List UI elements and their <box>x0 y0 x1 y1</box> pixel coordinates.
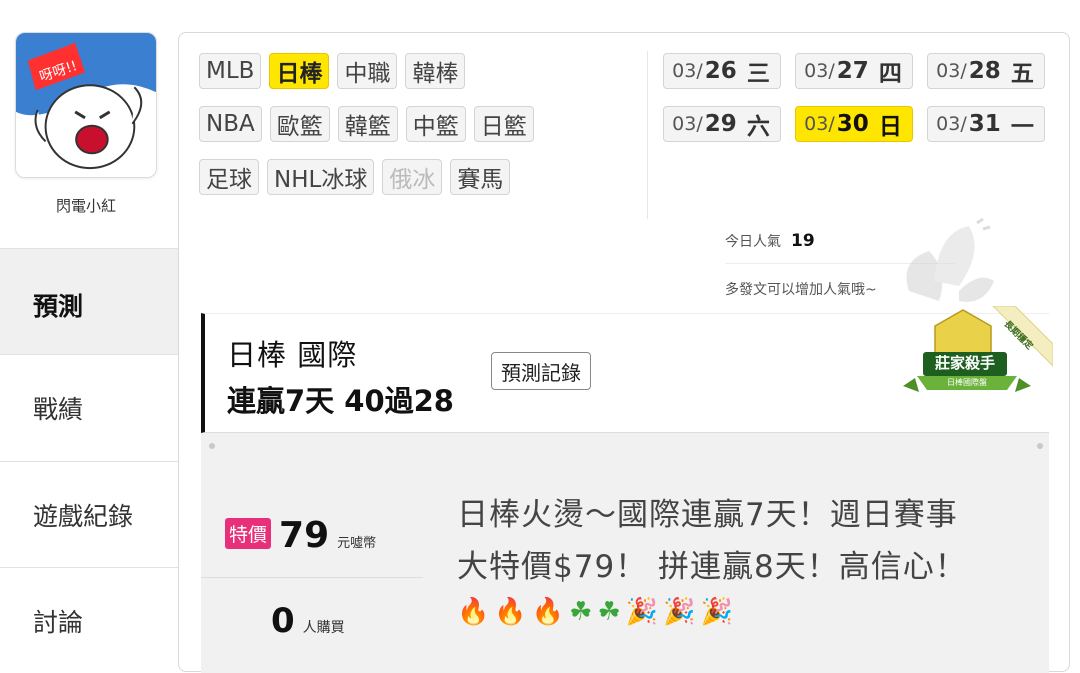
date-prefix: 03/ <box>804 60 835 82</box>
league-tag-euroleague[interactable]: 歐籃 <box>269 106 330 142</box>
date-button[interactable]: 03/28 五 <box>927 53 1045 89</box>
divider <box>201 577 423 578</box>
corner-dot <box>209 443 215 449</box>
price-value: 79 <box>279 515 330 556</box>
buyers-value: 0 <box>271 601 295 641</box>
date-button[interactable]: 03/27 四 <box>795 53 913 89</box>
league-tag-mlb[interactable]: MLB <box>199 53 262 89</box>
date-day: 28 <box>968 58 1001 84</box>
date-button[interactable]: 03/26 三 <box>663 53 781 89</box>
popularity-hint: 多發文可以增加人氣哦~ <box>725 282 877 298</box>
league-tag-khl: 俄冰 <box>382 159 443 195</box>
date-weekday: 三 <box>746 61 770 87</box>
emoji-row: 🔥 🔥 🔥 ☘ ☘ 🎉 🎉 🎉 <box>457 597 1027 627</box>
nav-item-record[interactable]: 戰績 <box>0 354 180 461</box>
corner-dot <box>1037 443 1043 449</box>
date-prefix: 03/ <box>936 60 967 82</box>
league-tag-bleague[interactable]: 日籃 <box>473 106 534 142</box>
offer-text-line: 大特價$79！ 拼連贏8天！高信心！ <box>457 549 967 585</box>
date-button-selected[interactable]: 03/30 日 <box>795 106 913 142</box>
popularity-label: 今日人氣 <box>725 234 781 250</box>
profile-sidebar: 呀呀!! 閃電小紅 預測 戰績 遊戲紀錄 討論 <box>0 0 180 650</box>
avatar-cartoon-icon: 呀呀!! <box>16 33 156 177</box>
nav-item-predict[interactable]: 預測 <box>0 248 180 354</box>
clover-icon: ☘ <box>569 597 594 627</box>
badge-subtitle: 日棒國際盤 <box>947 378 987 387</box>
league-tag-nba[interactable]: NBA <box>199 106 262 142</box>
date-day: 26 <box>704 58 737 84</box>
fire-icon: 🔥 <box>531 597 566 627</box>
league-tag-cba[interactable]: 中籃 <box>405 106 466 142</box>
league-tags: MLB 日棒 中職 韓棒 NBA 歐籃 韓籃 中籃 日籃 足球 NHL冰球 俄冰… <box>199 53 629 212</box>
date-day: 31 <box>968 111 1001 137</box>
date-weekday: 五 <box>1010 61 1034 87</box>
nav-item-label: 遊戲紀錄 <box>33 501 134 531</box>
league-tag-cpbl[interactable]: 中職 <box>337 53 398 89</box>
league-row: MLB 日棒 中職 韓棒 <box>199 53 629 89</box>
league-row: NBA 歐籃 韓籃 中籃 日籃 <box>199 106 629 142</box>
date-weekday: 六 <box>746 114 770 140</box>
date-day: 27 <box>836 58 869 84</box>
prediction-card-header: 日棒 國際 連贏7天 40過28 預測記錄 莊家殺手 日棒國際盤 長期穩定 <box>201 305 1054 433</box>
nav-item-label: 預測 <box>33 292 84 321</box>
offer-description[interactable]: 日棒火燙～國際連贏7天！週日賽事 大特價$79！ 拼連贏8天！高信心！ 🔥 🔥 … <box>457 489 1027 627</box>
clover-icon: ☘ <box>597 597 622 627</box>
league-tag-soccer[interactable]: 足球 <box>199 159 259 195</box>
prediction-record-button[interactable]: 預測記錄 <box>491 352 591 390</box>
divider <box>647 51 648 219</box>
date-weekday: 四 <box>878 61 902 87</box>
date-prefix: 03/ <box>804 113 835 135</box>
date-button[interactable]: 03/29 六 <box>663 106 781 142</box>
date-prefix: 03/ <box>672 113 703 135</box>
league-tag-horse-racing[interactable]: 賽馬 <box>450 159 511 195</box>
nav-item-label: 戰績 <box>33 395 84 424</box>
date-row: 03/29 六 03/30 日 03/31 一 <box>663 106 1053 142</box>
card-title: 日棒 國際 <box>227 338 358 372</box>
league-row: 足球 NHL冰球 俄冰 賽馬 <box>199 159 629 195</box>
nav-item-discussion[interactable]: 討論 <box>0 567 180 673</box>
date-prefix: 03/ <box>672 60 703 82</box>
popularity: 今日人氣 19 <box>725 231 815 251</box>
fire-icon: 🔥 <box>457 597 491 627</box>
date-row: 03/26 三 03/27 四 03/28 五 <box>663 53 1053 89</box>
date-day: 30 <box>836 111 869 137</box>
offer-card: 特價 79 元噓幣 0 人購買 日棒火燙～國際連贏7天！週日賽事 大特價$79！… <box>201 433 1049 673</box>
date-prefix: 03/ <box>936 113 967 135</box>
decorative-leaf-icon <box>906 217 994 302</box>
special-price-badge: 特價 <box>225 518 272 549</box>
date-day: 29 <box>704 111 737 137</box>
buyers-label: 人購買 <box>302 620 345 636</box>
username: 閃電小紅 <box>55 197 116 215</box>
buyers-count: 0 人購買 <box>271 601 345 641</box>
league-tag-kbl[interactable]: 韓籃 <box>337 106 398 142</box>
nav-item-label: 討論 <box>33 607 84 637</box>
date-weekday: 日 <box>878 114 902 140</box>
sidebar-nav: 預測 戰績 遊戲紀錄 討論 <box>0 248 180 673</box>
nav-item-game-history[interactable]: 遊戲紀錄 <box>0 461 180 567</box>
badge-title: 莊家殺手 <box>934 354 995 372</box>
party-popper-icon: 🎉 <box>625 597 660 627</box>
league-tag-kbo[interactable]: 韓棒 <box>405 53 466 89</box>
offer-text-line: 日棒火燙～國際連贏7天！週日賽事 <box>457 497 958 533</box>
party-popper-icon: 🎉 <box>663 597 697 627</box>
date-weekday: 一 <box>1010 114 1034 140</box>
main-panel: MLB 日棒 中職 韓棒 NBA 歐籃 韓籃 中籃 日籃 足球 NHL冰球 俄冰… <box>178 32 1070 673</box>
league-tag-nhl[interactable]: NHL冰球 <box>267 159 375 195</box>
avatar[interactable]: 呀呀!! <box>15 32 157 178</box>
price-row: 特價 79 元噓幣 <box>225 515 376 556</box>
league-tag-npb[interactable]: 日棒 <box>269 53 330 89</box>
popularity-value: 19 <box>791 231 815 251</box>
price-currency: 元噓幣 <box>337 536 377 551</box>
win-streak: 連贏7天 40過28 <box>227 384 454 418</box>
date-picker: 03/26 三 03/27 四 03/28 五 03/29 六 03/30 日 … <box>663 53 1053 159</box>
party-popper-icon: 🎉 <box>700 597 734 627</box>
achievement-badge: 莊家殺手 日棒國際盤 長期穩定 <box>895 305 1054 426</box>
fire-icon: 🔥 <box>494 597 528 627</box>
date-button[interactable]: 03/31 一 <box>927 106 1045 142</box>
